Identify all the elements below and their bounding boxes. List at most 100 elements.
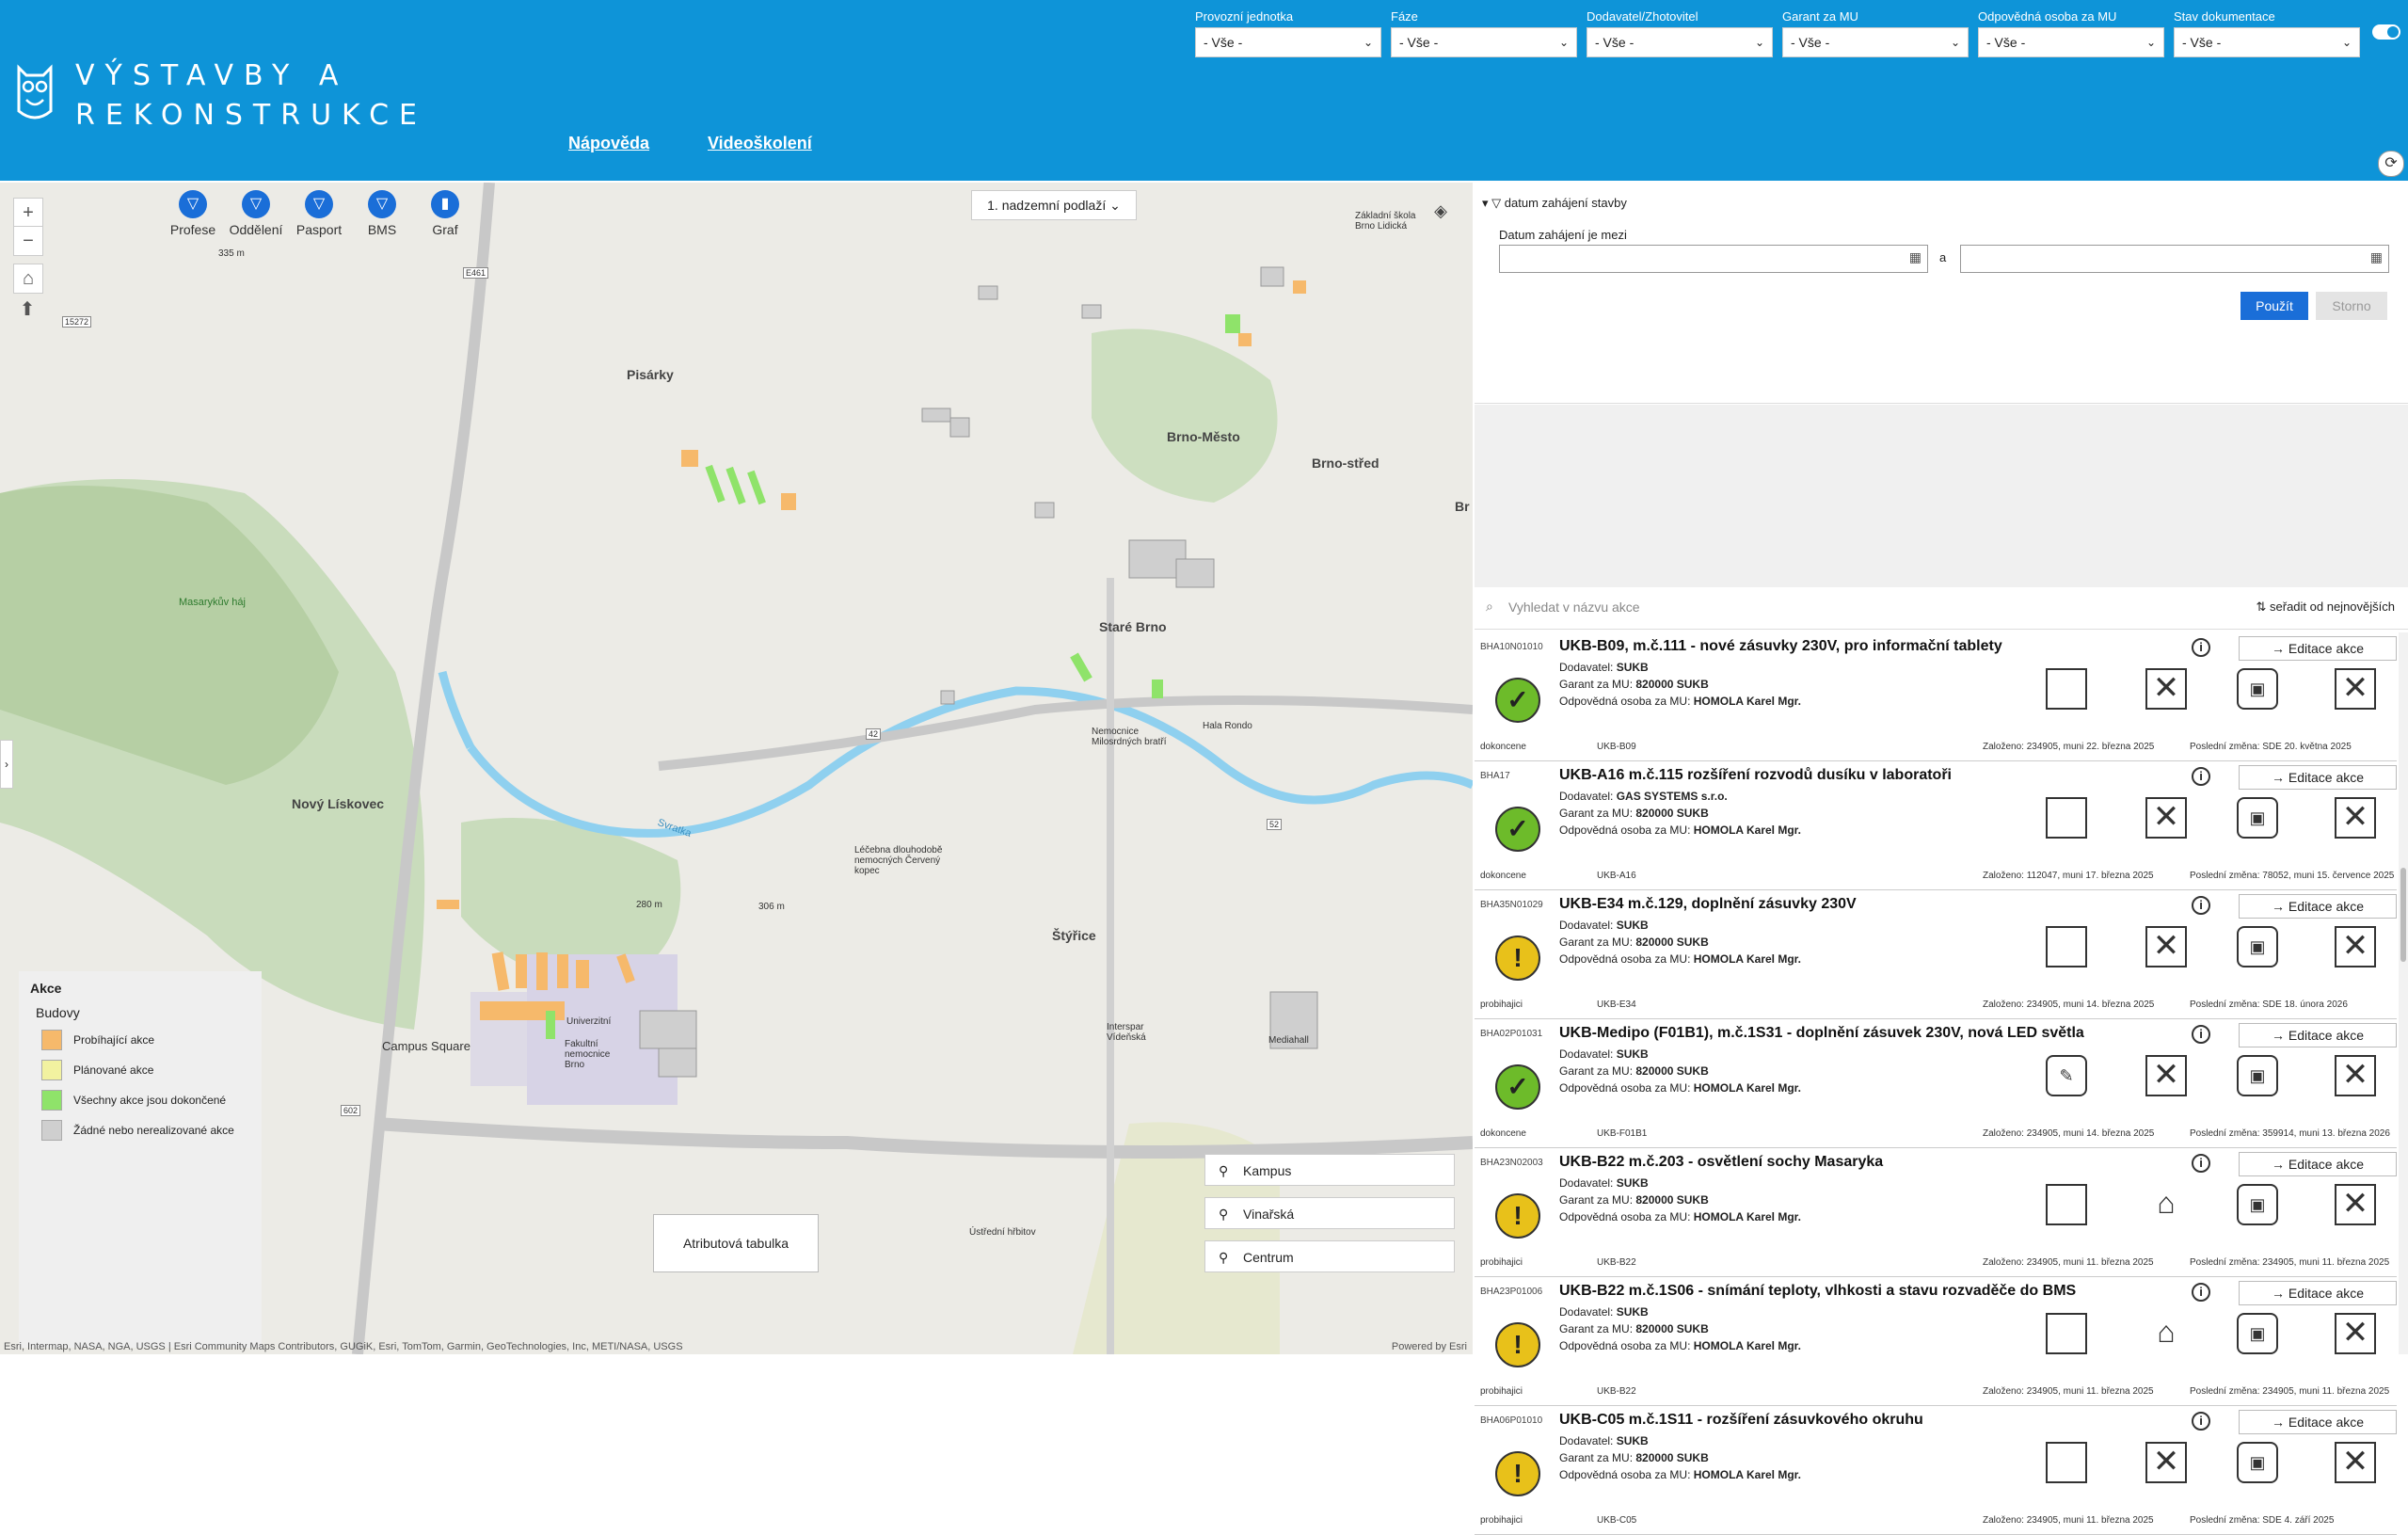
device-clock-icon[interactable]: ▣ <box>2237 926 2278 967</box>
device-ok-icon[interactable]: ▣ <box>2237 1055 2278 1096</box>
document-missing-icon[interactable]: ✕ <box>2335 926 2376 967</box>
date-to-input[interactable]: ▦ <box>1960 245 2389 273</box>
filter-select[interactable]: - Vše - ⌄ <box>1782 27 1969 57</box>
document-empty-icon[interactable] <box>2046 1313 2087 1354</box>
document-missing-icon[interactable]: ✕ <box>2335 1184 2376 1225</box>
edit-action-button[interactable]: → Editace akce <box>2239 1281 2397 1305</box>
refresh-icon[interactable]: ⟳ <box>2378 151 2404 177</box>
tool-graf[interactable]: ▮ Graf <box>417 190 473 237</box>
legend-swatch <box>41 1120 62 1141</box>
powered-by-esri[interactable]: Powered by Esri <box>1392 1341 1467 1352</box>
action-changed: Poslední změna: 234905, muni 11. března … <box>2190 1386 2390 1397</box>
document-empty-icon[interactable] <box>2046 926 2087 967</box>
device-clock-icon[interactable]: ▣ <box>2237 1184 2278 1225</box>
action-card[interactable]: BHA23N02003 UKB-B22 m.č.203 - osvětlení s… <box>1475 1148 2397 1277</box>
house-wifi-icon[interactable]: ⌂ <box>2145 1313 2187 1354</box>
info-icon[interactable]: i <box>2192 767 2210 786</box>
expand-left-icon[interactable]: › <box>0 740 13 789</box>
tool-clock-icon[interactable]: ✎ <box>2046 1055 2087 1096</box>
list-scrollbar[interactable] <box>2399 632 2408 1354</box>
info-icon[interactable]: i <box>2192 1283 2210 1302</box>
edit-action-button[interactable]: → Editace akce <box>2239 894 2397 919</box>
nav-video-link[interactable]: Videoškolení <box>708 134 812 153</box>
tool-profese[interactable]: ▽ Profese <box>165 190 221 237</box>
attribute-table-button[interactable]: Atributová tabulka <box>653 1214 819 1272</box>
zoom-out-button[interactable]: − <box>13 226 43 256</box>
cancel-button[interactable]: Storno <box>2316 292 2387 320</box>
action-card[interactable]: BHA35N01029 UKB-E34 m.č.129, doplnění zás… <box>1475 890 2397 1019</box>
location-pin-icon: ⚲ <box>1219 1207 1229 1222</box>
document-empty-icon[interactable] <box>2046 668 2087 710</box>
edit-action-button[interactable]: → Editace akce <box>2239 1410 2397 1434</box>
filter-select[interactable]: - Vše - ⌄ <box>1195 27 1381 57</box>
filter-label: Stav dokumentace <box>2174 9 2275 24</box>
document-missing-icon[interactable]: ✕ <box>2335 1055 2376 1096</box>
filter-select[interactable]: - Vše - ⌄ <box>1978 27 2164 57</box>
action-title: UKB-Medipo (F01B1), m.č.1S31 - doplnění … <box>1559 1025 2084 1041</box>
filter-select[interactable]: - Vše - ⌄ <box>1587 27 1773 57</box>
document-missing-icon[interactable]: ✕ <box>2145 797 2187 839</box>
document-missing-icon[interactable]: ✕ <box>2145 1055 2187 1096</box>
nav-help-link[interactable]: Nápověda <box>568 134 649 153</box>
document-missing-icon[interactable]: ✕ <box>2145 1442 2187 1483</box>
document-missing-icon[interactable]: ✕ <box>2335 797 2376 839</box>
action-card[interactable]: BHA02P01031 UKB-Medipo (F01B1), m.č.1S31 … <box>1475 1019 2397 1148</box>
filter-select[interactable]: - Vše - ⌄ <box>1391 27 1577 57</box>
date-filter-header[interactable]: ▾ ▽ datum zahájení stavby <box>1482 196 1627 211</box>
document-missing-icon[interactable]: ✕ <box>2145 926 2187 967</box>
filter-label: Garant za MU <box>1782 9 1858 24</box>
date-from-input[interactable]: ▦ <box>1499 245 1928 273</box>
edit-action-button[interactable]: → Editace akce <box>2239 1023 2397 1047</box>
house-wifi-icon[interactable]: ⌂ <box>2145 1184 2187 1225</box>
document-missing-icon[interactable]: ✕ <box>2335 1442 2376 1483</box>
document-empty-icon[interactable] <box>2046 1184 2087 1225</box>
action-card[interactable]: BHA17 UKB-A16 m.č.115 rozšíření rozvodů d… <box>1475 761 2397 890</box>
action-card[interactable]: BHA10N01010 UKB-B09, m.č.111 - nové zásuv… <box>1475 632 2397 761</box>
floor-select[interactable]: 1. nadzemní podlaží ⌄ <box>971 190 1137 220</box>
info-icon[interactable]: i <box>2192 896 2210 915</box>
calendar-icon[interactable]: ▦ <box>2370 249 2383 265</box>
location-vinarska-button[interactable]: ⚲ Vinařská <box>1204 1197 1455 1229</box>
person-label: Odpovědná osoba za MU: <box>1559 1468 1691 1481</box>
tool-pasport[interactable]: ▽ Pasport <box>291 190 347 237</box>
settings-toggle[interactable] <box>2372 24 2400 40</box>
document-missing-icon[interactable]: ✕ <box>2145 668 2187 710</box>
layers-icon[interactable]: ◈ <box>1427 201 1455 230</box>
tool-oddeleni[interactable]: ▽ Oddělení <box>228 190 284 237</box>
apply-button[interactable]: Použít <box>2241 292 2308 320</box>
search-input[interactable]: Vyhledat v názvu akce <box>1508 600 1640 615</box>
info-icon[interactable]: i <box>2192 1154 2210 1173</box>
app-logo[interactable]: VÝSTAVBY A REKONSTRUKCE <box>13 56 427 136</box>
action-card[interactable]: BHA06P01010 UKB-C05 m.č.1S11 - rozšíření … <box>1475 1406 2397 1535</box>
document-empty-icon[interactable] <box>2046 797 2087 839</box>
person-label: Odpovědná osoba za MU: <box>1559 1081 1691 1095</box>
info-icon[interactable]: i <box>2192 1025 2210 1044</box>
home-icon[interactable]: ⌂ <box>13 264 43 294</box>
device-ok-icon[interactable]: ▣ <box>2237 668 2278 710</box>
tool-bms[interactable]: ▽ BMS <box>354 190 410 237</box>
document-missing-icon[interactable]: ✕ <box>2335 1313 2376 1354</box>
device-clock-icon[interactable]: ▣ <box>2237 1313 2278 1354</box>
action-code: BHA02P01031 <box>1480 1029 1543 1039</box>
scrollbar-thumb[interactable] <box>2400 868 2406 962</box>
location-centrum-button[interactable]: ⚲ Centrum <box>1204 1240 1455 1272</box>
action-supplier: Dodavatel: SUKB <box>1559 1305 1649 1319</box>
calendar-icon[interactable]: ▦ <box>1909 249 1922 265</box>
document-empty-icon[interactable] <box>2046 1442 2087 1483</box>
info-icon[interactable]: i <box>2192 638 2210 657</box>
filter-select[interactable]: - Vše - ⌄ <box>2174 27 2360 57</box>
device-ok-icon[interactable]: ▣ <box>2237 797 2278 839</box>
edit-action-button[interactable]: → Editace akce <box>2239 636 2397 661</box>
filter-label: Dodavatel/Zhotovitel <box>1587 9 1698 24</box>
compass-icon[interactable]: ⬆ <box>13 296 41 324</box>
sort-button[interactable]: ⇅ seřadit od nejnovějších <box>2256 600 2395 615</box>
location-kampus-button[interactable]: ⚲ Kampus <box>1204 1154 1455 1186</box>
edit-action-button[interactable]: → Editace akce <box>2239 765 2397 790</box>
action-card[interactable]: BHA23P01006 UKB-B22 m.č.1S06 - snímání te… <box>1475 1277 2397 1406</box>
map-view[interactable]: + − ⌂ ⬆ › ▽ Profese ▽ Oddělení ▽ Pasport ▽ B… <box>0 183 1473 1354</box>
info-icon[interactable]: i <box>2192 1412 2210 1431</box>
zoom-in-button[interactable]: + <box>13 198 43 228</box>
document-missing-icon[interactable]: ✕ <box>2335 668 2376 710</box>
device-clock-icon[interactable]: ▣ <box>2237 1442 2278 1483</box>
edit-action-button[interactable]: → Editace akce <box>2239 1152 2397 1176</box>
